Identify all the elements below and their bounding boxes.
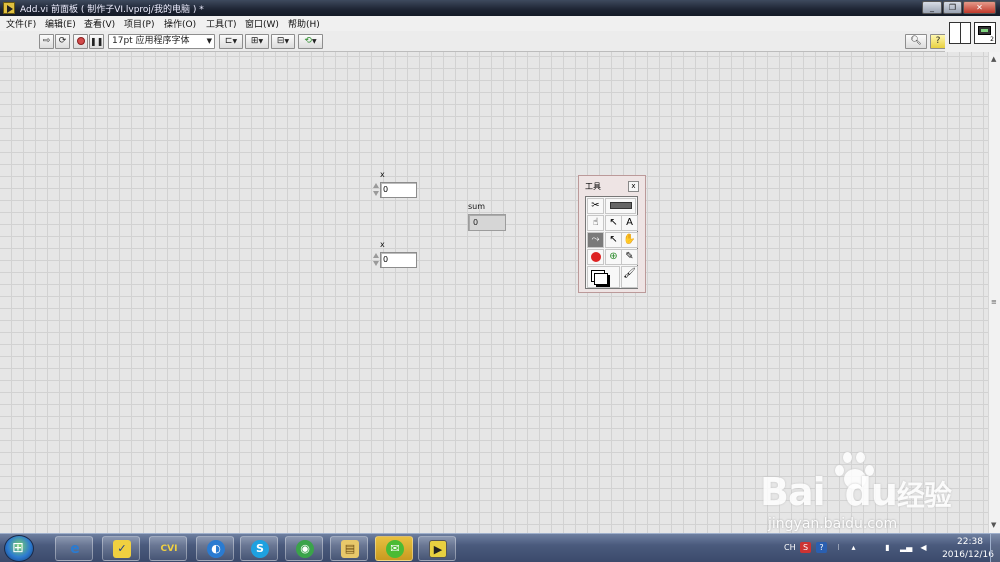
automatic-tool-selection-indicator[interactable] [605, 198, 636, 214]
connect-wire-icon[interactable]: ⤳ [587, 232, 604, 248]
position-size-select-icon[interactable]: ↖ [605, 215, 622, 231]
control-1-label: x [380, 170, 385, 179]
vi-icon[interactable]: 2 [974, 22, 996, 44]
baidu-jingyan-watermark: Bai du经验 jingyan.baidu.com [760, 450, 988, 538]
scroll-down-icon[interactable]: ▼ [991, 521, 996, 529]
menu-window[interactable]: 窗口(W) [245, 17, 279, 30]
clock-time[interactable]: 22:38 [950, 537, 990, 547]
media-player-icon[interactable]: ◉ [285, 536, 323, 561]
help-tray-icon[interactable]: ? [816, 542, 827, 553]
menu-project[interactable]: 项目(P) [124, 17, 154, 30]
reorder-icon[interactable]: ⟲▼ [298, 34, 323, 49]
toolbar: ⇨ ⟳ ❚❚ 17pt 应用程序字体 ▼ ⊏▼ ⊞▼ ⊟▼ ⟲▼ 🔍︎ ? [0, 31, 946, 52]
numeric-indicator-sum: 0 [468, 214, 506, 231]
connector-pane-icon[interactable] [949, 22, 971, 44]
volume-icon[interactable]: ◀ [918, 542, 929, 553]
menu-bar: 文件(F) 编辑(E) 查看(V) 项目(P) 操作(O) 工具(T) 窗口(W… [0, 16, 945, 31]
internet-explorer-icon[interactable]: e [55, 536, 93, 561]
tools-palette-title: 工具 [585, 182, 601, 191]
minimize-button[interactable]: _ [922, 1, 942, 14]
indicator-label: sum [468, 202, 486, 211]
menu-view[interactable]: 查看(V) [84, 17, 115, 30]
tools-palette-close-button[interactable]: x [628, 181, 639, 192]
usb-device-icon[interactable]: ▮ [882, 542, 893, 553]
vertical-scrollbar[interactable]: ▲ ≡ ▼ [988, 52, 1000, 533]
paintbrush-icon[interactable]: 🖌︎ [621, 266, 638, 288]
menu-operate[interactable]: 操作(O) [164, 17, 196, 30]
sogou-ime-icon[interactable]: S [800, 542, 811, 553]
wechat-icon[interactable]: ✉ [375, 536, 413, 561]
tray-overflow-icon[interactable]: ⁝ [833, 542, 844, 553]
skype-icon[interactable]: S [240, 536, 278, 561]
distribute-objects-icon[interactable]: ⊞▼ [245, 34, 269, 49]
resize-objects-icon[interactable]: ⊟▼ [271, 34, 295, 49]
monitor-icon [978, 26, 991, 35]
run-arrow-icon[interactable]: ⇨ [39, 34, 54, 49]
scroll-window-icon[interactable]: ✋ [621, 232, 638, 248]
network-icon[interactable]: ▂▄ [900, 542, 912, 553]
run-continuously-icon[interactable]: ⟳ [55, 34, 70, 49]
system-tray: CH S ? ⁝ ▴ ▮ ▂▄ ◀ 22:38 2016/12/16 [778, 534, 1000, 562]
abort-icon[interactable] [73, 34, 88, 49]
watermark-url: jingyan.baidu.com [768, 516, 898, 532]
menu-edit[interactable]: 编辑(E) [45, 17, 76, 30]
browser-icon[interactable]: ◐ [196, 536, 234, 561]
help-glyph: ? [935, 36, 941, 46]
language-indicator[interactable]: CH [784, 543, 796, 552]
show-desktop-button[interactable] [990, 534, 1000, 562]
help-icon[interactable]: ? [930, 34, 946, 49]
object-shortcut-menu-icon[interactable]: ↖ [605, 232, 622, 248]
labview-icon[interactable]: ▶ [418, 536, 456, 561]
scroll-thumb-icon[interactable]: ≡ [991, 298, 997, 306]
search-icon[interactable]: 🔍︎ [905, 34, 927, 49]
clock-date[interactable]: 2016/12/16 [938, 550, 998, 560]
edit-text-icon[interactable]: A [621, 215, 638, 231]
set-color-icon[interactable] [587, 266, 620, 288]
file-explorer-icon[interactable]: ▤ [330, 536, 368, 561]
operate-value-icon[interactable]: ☝ [587, 215, 604, 231]
increment-decrement-icon[interactable] [372, 252, 380, 268]
baidu-logo-text: Bai du经验 [760, 470, 952, 514]
visio-icon[interactable]: ✓ [102, 536, 140, 561]
automatic-tool-selection-icon[interactable]: ✂ [587, 198, 604, 214]
chevron-down-icon: ▼ [206, 37, 212, 45]
close-button[interactable]: ✕ [963, 1, 996, 14]
menu-help[interactable]: 帮助(H) [288, 17, 320, 30]
window-title-bar: Add.vi 前面板 ( 制作子VI.lvproj/我的电脑 ) * _ ❐ ✕ [0, 0, 1000, 16]
control-2-label: x [380, 240, 385, 249]
increment-decrement-icon[interactable] [372, 182, 380, 198]
vi-icon-number: 2 [990, 36, 994, 43]
menu-tools[interactable]: 工具(T) [206, 17, 237, 30]
tools-palette[interactable]: 工具 x ✂ ☝ ↖ A ⤳ ↖ ✋ ⊕ ✎ 🖌︎ [578, 175, 646, 293]
taskbar: e ✓ CVI ◐ S ◉ ▤ ✉ ▶ CH S ? ⁝ ▴ ▮ ▂▄ ◀ 22… [0, 533, 1000, 562]
pause-icon[interactable]: ❚❚ [89, 34, 104, 49]
probe-data-icon[interactable]: ⊕ [605, 249, 622, 265]
numeric-control-1-value[interactable]: 0 [380, 182, 417, 198]
font-select[interactable]: 17pt 应用程序字体 ▼ [108, 34, 215, 49]
font-select-label: 17pt 应用程序字体 [112, 36, 190, 46]
set-clear-breakpoint-icon[interactable] [587, 249, 604, 265]
start-button[interactable] [4, 535, 34, 562]
menu-file[interactable]: 文件(F) [6, 17, 36, 30]
align-objects-icon[interactable]: ⊏▼ [219, 34, 243, 49]
show-hidden-icons-icon[interactable]: ▴ [848, 542, 859, 553]
cvi-icon[interactable]: CVI [149, 536, 187, 561]
scroll-up-icon[interactable]: ▲ [991, 55, 996, 63]
numeric-control-2-value[interactable]: 0 [380, 252, 417, 268]
tools-grid: ✂ ☝ ↖ A ⤳ ↖ ✋ ⊕ ✎ 🖌︎ [585, 196, 638, 289]
window-title: Add.vi 前面板 ( 制作子VI.lvproj/我的电脑 ) * [20, 5, 204, 15]
restore-button[interactable]: ❐ [943, 1, 962, 14]
labview-vi-icon [3, 2, 15, 14]
get-color-icon[interactable]: ✎ [621, 249, 638, 265]
